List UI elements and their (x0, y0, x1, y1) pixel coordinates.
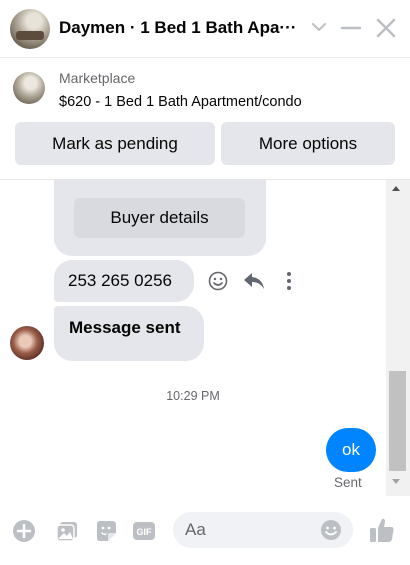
buyer-details-button[interactable]: Buyer details (74, 198, 245, 238)
close-icon[interactable] (374, 16, 398, 40)
scrollbar-thumb[interactable] (389, 371, 406, 471)
emoji-icon[interactable] (320, 519, 342, 541)
delivery-status: Sent (334, 475, 362, 490)
reply-icon[interactable] (243, 271, 265, 291)
listing-thumbnail[interactable] (13, 72, 45, 104)
listing-title[interactable]: $620 - 1 Bed 1 Bath Apartment/condo (59, 94, 302, 110)
message-input-wrapper (173, 512, 353, 548)
chevron-down-icon[interactable] (311, 17, 327, 37)
scroll-up-arrow-icon[interactable] (392, 186, 400, 191)
conversation-title[interactable]: Daymen · 1 Bed 1 Bath Apa··· (59, 18, 307, 38)
like-icon[interactable] (368, 516, 396, 544)
gif-icon[interactable]: GIF (132, 519, 156, 543)
message-composer: GIF (0, 496, 410, 565)
marketplace-listing: Marketplace $620 - 1 Bed 1 Bath Apartmen… (0, 59, 410, 180)
my-message-bubble[interactable]: ok (326, 428, 376, 472)
sticker-icon[interactable] (94, 519, 118, 543)
mark-as-pending-button[interactable]: Mark as pending (15, 122, 215, 165)
message-bubble-phone[interactable]: 253 265 0256 (54, 260, 194, 302)
conversation-avatar[interactable] (10, 9, 50, 49)
message-input[interactable] (173, 512, 323, 548)
chat-header: Daymen · 1 Bed 1 Bath Apa··· (0, 0, 410, 58)
message-timestamp: 10:29 PM (166, 389, 220, 403)
message-bubble-status[interactable]: Message sent (54, 306, 204, 361)
listing-source: Marketplace (59, 70, 136, 86)
more-vertical-icon[interactable] (283, 270, 295, 292)
sender-avatar[interactable] (10, 326, 44, 360)
message-thread: Buyer details 253 265 0256 Message sent … (0, 180, 410, 496)
more-options-button[interactable]: More options (221, 122, 395, 165)
scroll-down-arrow-icon[interactable] (392, 479, 400, 484)
minimize-icon[interactable] (340, 17, 362, 39)
react-emoji-icon[interactable] (208, 271, 228, 291)
photo-icon[interactable] (55, 519, 79, 543)
svg-text:GIF: GIF (137, 527, 153, 537)
plus-icon[interactable] (12, 519, 36, 543)
